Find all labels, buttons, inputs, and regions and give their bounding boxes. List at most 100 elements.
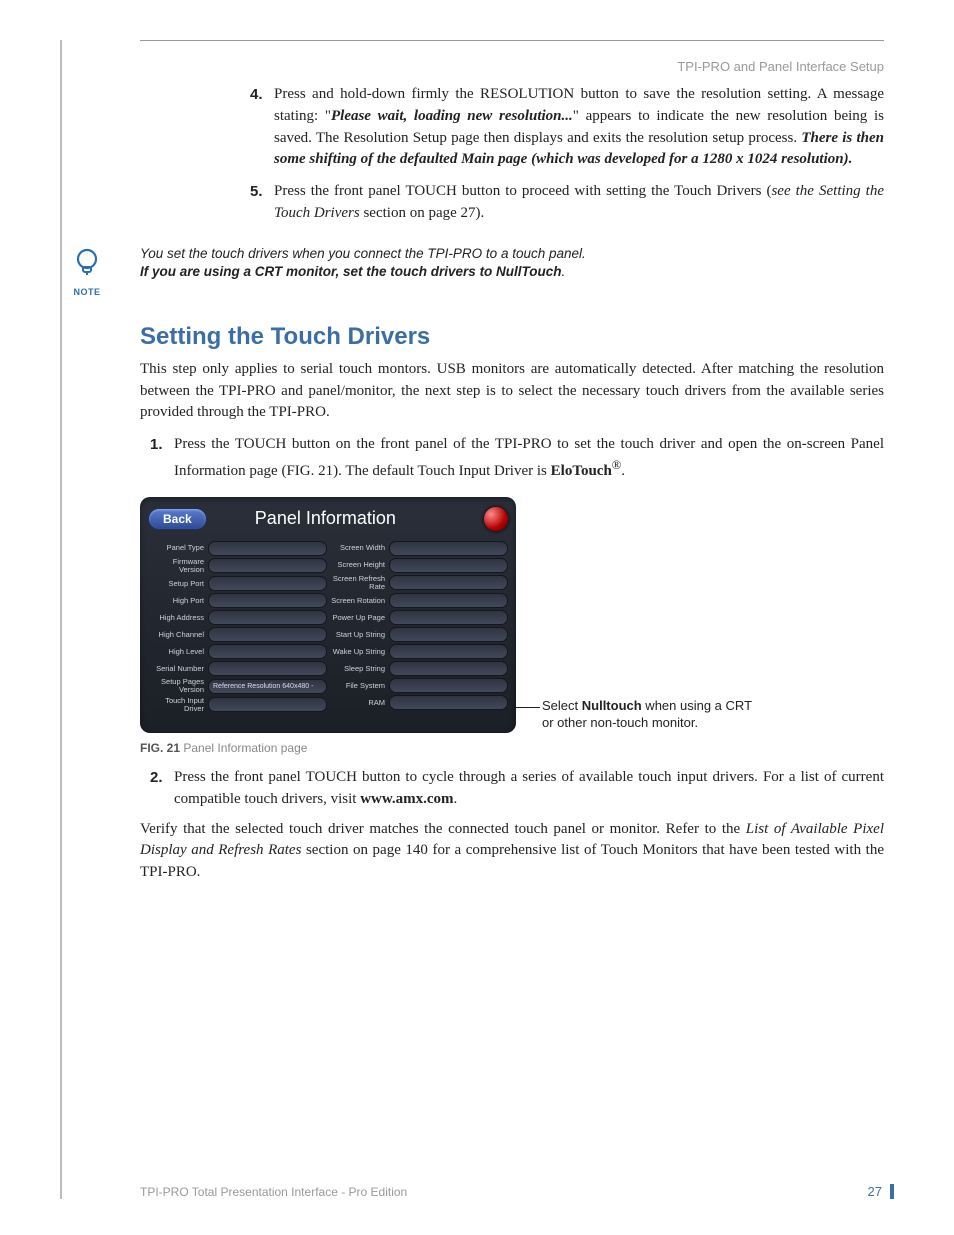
- text: Verify that the selected touch driver ma…: [140, 821, 746, 837]
- ordered-number: 2.: [150, 767, 174, 811]
- panel-row: High Port: [148, 593, 327, 608]
- panel-row: Wake Up String: [329, 644, 508, 659]
- ordered-number: 5.: [250, 181, 274, 225]
- verify-paragraph: Verify that the selected touch driver ma…: [140, 819, 884, 884]
- panel-field-label: Setup Pages Version: [148, 678, 208, 695]
- figure-caption-text: Panel Information page: [180, 741, 307, 755]
- text: Select: [542, 698, 582, 713]
- figure-callout: Select Nulltouch when using a CRT or oth…: [542, 697, 762, 732]
- panel-field-label: Panel Type: [148, 544, 208, 552]
- ordered-body: Press the front panel TOUCH button to pr…: [274, 181, 884, 225]
- ordered-body: Press the TOUCH button on the front pane…: [174, 434, 884, 483]
- section-heading: Setting the Touch Drivers: [140, 323, 884, 351]
- panel-field-value: [389, 610, 508, 625]
- panel-field-label: High Port: [148, 597, 208, 605]
- panel-field-label: Serial Number: [148, 665, 208, 673]
- panel-field-label: Sleep String: [329, 665, 389, 673]
- panel-field-value: [208, 541, 327, 556]
- panel-row: Sleep String: [329, 661, 508, 676]
- text: .: [454, 791, 458, 807]
- ordered-number: 4.: [250, 84, 274, 171]
- panel-field-label: High Level: [148, 648, 208, 656]
- url-text: www.amx.com: [360, 791, 453, 807]
- panel-left-column: Panel Type Firmware Version Setup Port High…: [148, 539, 327, 716]
- panel-field-value: [208, 644, 327, 659]
- panel-field-value: [389, 575, 508, 590]
- text: .: [562, 264, 566, 279]
- callout-leader-line: [516, 707, 540, 708]
- panel-field-value: [208, 661, 327, 676]
- panel-field-value: [389, 695, 508, 710]
- panel-field-value: [389, 644, 508, 659]
- panel-field-value: [208, 593, 327, 608]
- note-label: NOTE: [70, 286, 104, 299]
- panel-field-value: [389, 661, 508, 676]
- panel-field-label: Screen Rotation: [329, 597, 389, 605]
- panel-field-label: Power Up Page: [329, 614, 389, 622]
- panel-row: Panel Type: [148, 541, 327, 556]
- panel-row: High Address: [148, 610, 327, 625]
- panel-row: Screen Width: [329, 541, 508, 556]
- panel-row: File System: [329, 678, 508, 693]
- note-block: NOTE You set the touch drivers when you …: [70, 245, 884, 299]
- ordered-number: 1.: [150, 434, 174, 483]
- panel-right-column: Screen Width Screen Height Screen Refresh …: [329, 539, 508, 716]
- ordered-item-1: 1. Press the TOUCH button on the front p…: [150, 434, 884, 483]
- panel-field-label: RAM: [329, 699, 389, 707]
- panel-field-label: Screen Width: [329, 544, 389, 552]
- panel-field-value: [208, 576, 327, 591]
- panel-field-label: Screen Refresh Rate: [329, 575, 389, 592]
- panel-field-value: [389, 678, 508, 693]
- panel-field-label: Start Up String: [329, 631, 389, 639]
- callout-term: Nulltouch: [582, 698, 642, 713]
- page-header: TPI-PRO and Panel Interface Setup: [140, 40, 884, 74]
- panel-field-label: File System: [329, 682, 389, 690]
- panel-row: Touch Input Driver: [148, 697, 327, 714]
- ordered-item-2: 2. Press the front panel TOUCH button to…: [150, 767, 884, 811]
- figure-number: FIG. 21: [140, 741, 180, 755]
- text: Press the front panel TOUCH button to cy…: [174, 769, 884, 807]
- panel-row: High Level: [148, 644, 327, 659]
- panel-field-label: High Channel: [148, 631, 208, 639]
- panel-row: Screen Height: [329, 558, 508, 573]
- panel-row: Power Up Page: [329, 610, 508, 625]
- panel-field-label: Touch Input Driver: [148, 697, 208, 714]
- panel-field-value: [208, 610, 327, 625]
- text: section on page 27).: [360, 205, 485, 221]
- panel-row: Screen Rotation: [329, 593, 508, 608]
- panel-field-label: Screen Height: [329, 561, 389, 569]
- text: .: [621, 463, 625, 479]
- panel-row: High Channel: [148, 627, 327, 642]
- driver-name: EloTouch: [551, 463, 612, 479]
- figure-caption: FIG. 21 Panel Information page: [140, 741, 884, 755]
- left-rule: [60, 40, 62, 1199]
- panel-field-value: [389, 627, 508, 642]
- status-orb-icon: [484, 507, 508, 531]
- page-footer: TPI-PRO Total Presentation Interface - P…: [140, 1184, 894, 1199]
- text: Press the front panel TOUCH button to pr…: [274, 183, 771, 199]
- header-section-title: TPI-PRO and Panel Interface Setup: [677, 59, 884, 74]
- panel-field-value: [389, 558, 508, 573]
- panel-field-value: Reference Resolution 640x480 -: [208, 679, 327, 694]
- text: Press the TOUCH button on the front pane…: [174, 436, 884, 479]
- panel-field-value: [389, 593, 508, 608]
- panel-field-label: Firmware Version: [148, 558, 208, 575]
- panel-information-screenshot: Back Panel Information Panel TypeFirmwar…: [140, 497, 516, 734]
- panel-row: Firmware Version: [148, 558, 327, 575]
- panel-row: Setup Port: [148, 576, 327, 591]
- panel-field-label: High Address: [148, 614, 208, 622]
- panel-row: Setup Pages VersionReference Resolution …: [148, 678, 327, 695]
- quoted-message: Please wait, loading new resolution...: [331, 108, 573, 124]
- note-line1: You set the touch drivers when you conne…: [140, 246, 586, 261]
- panel-field-value: [208, 627, 327, 642]
- ordered-item-5: 5. Press the front panel TOUCH button to…: [250, 181, 884, 225]
- ordered-item-4: 4. Press and hold-down firmly the RESOLU…: [250, 84, 884, 171]
- lightbulb-icon: [70, 245, 104, 279]
- panel-row: Serial Number: [148, 661, 327, 676]
- ordered-body: Press the front panel TOUCH button to cy…: [174, 767, 884, 811]
- note-line2-strong: If you are using a CRT monitor, set the …: [140, 264, 562, 279]
- panel-field-label: Wake Up String: [329, 648, 389, 656]
- panel-row: Screen Refresh Rate: [329, 575, 508, 592]
- panel-field-label: Setup Port: [148, 580, 208, 588]
- panel-field-value: [208, 558, 327, 573]
